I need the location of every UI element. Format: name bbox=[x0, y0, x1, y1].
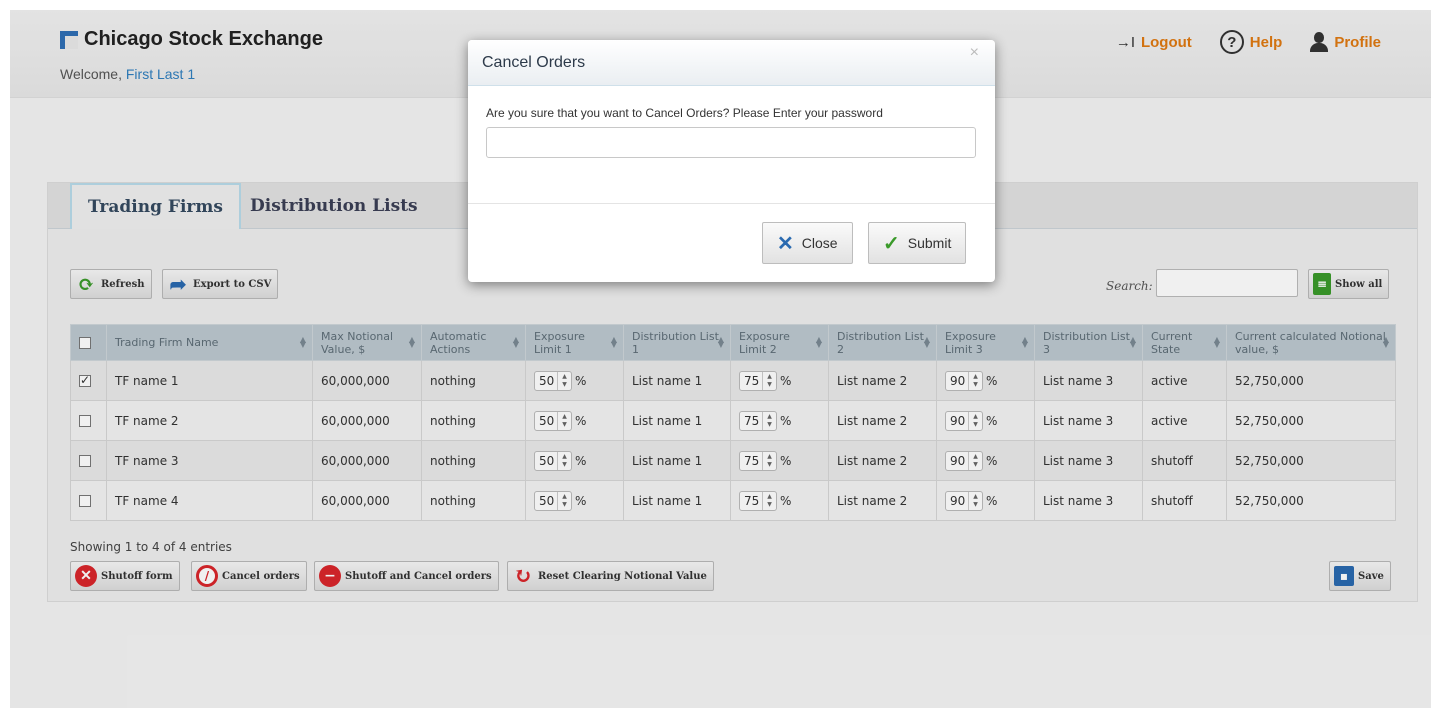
dialog-message: Are you sure that you want to Cancel Ord… bbox=[486, 106, 883, 120]
app-window: Chicago Stock Exchange Welcome, First La… bbox=[10, 10, 1431, 708]
dialog-title: Cancel Orders bbox=[482, 54, 586, 71]
submit-button[interactable]: ✓ Submit bbox=[868, 222, 967, 264]
close-label: Close bbox=[801, 235, 838, 251]
dialog-close-icon[interactable]: × bbox=[970, 44, 979, 62]
dialog-header: Cancel Orders × bbox=[468, 40, 995, 86]
close-icon: ✕ bbox=[777, 232, 794, 255]
submit-label: Submit bbox=[907, 235, 952, 251]
close-button[interactable]: ✕ Close bbox=[762, 222, 853, 264]
check-icon: ✓ bbox=[883, 232, 900, 255]
password-input[interactable] bbox=[486, 127, 976, 158]
cancel-orders-dialog: Cancel Orders × Are you sure that you wa… bbox=[468, 40, 995, 282]
dialog-footer: ✕ Close ✓ Submit bbox=[468, 203, 995, 282]
